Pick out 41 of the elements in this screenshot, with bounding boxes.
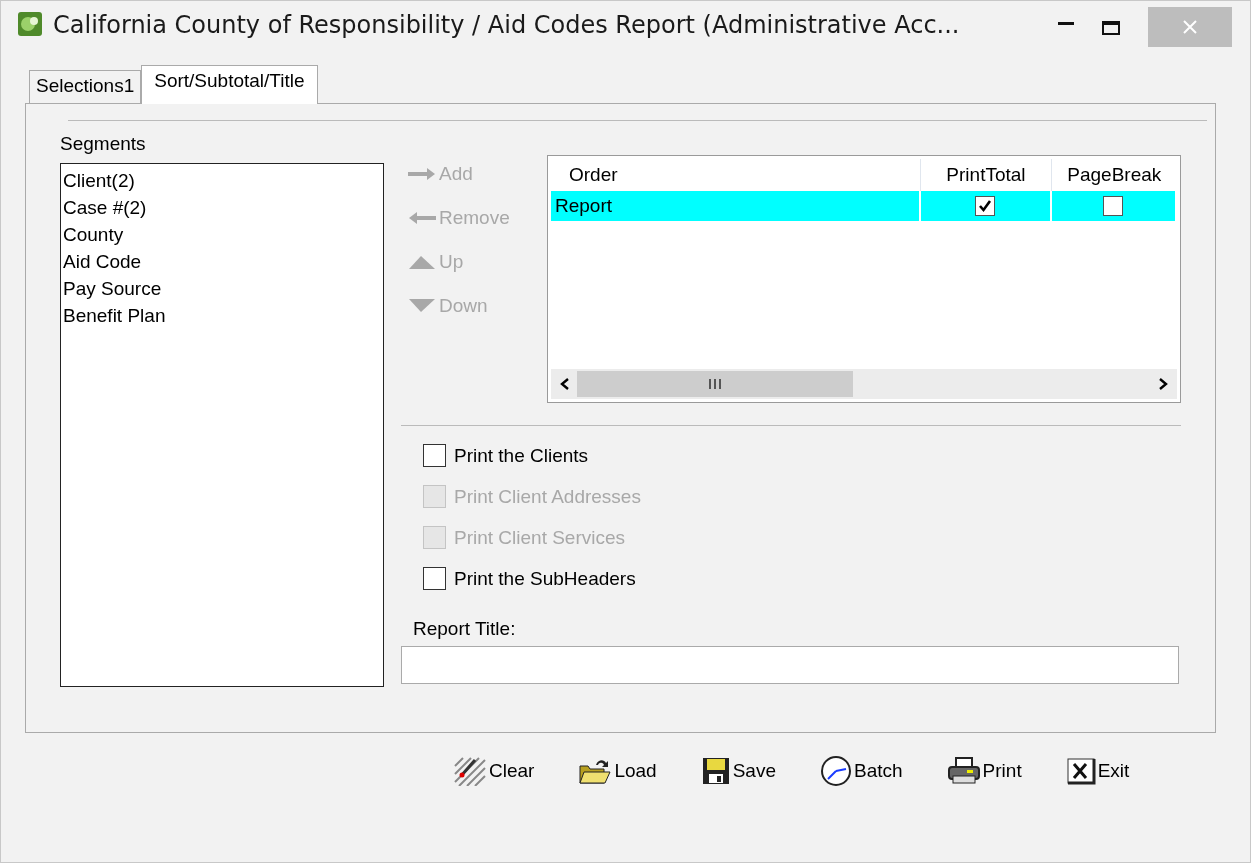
toolbar-button[interactable]: Batch — [820, 753, 903, 789]
eraser-icon — [453, 756, 487, 786]
right-arrow-icon — [407, 166, 437, 182]
close-icon — [1183, 20, 1197, 34]
toolbar-button[interactable]: Load — [578, 753, 657, 789]
segment-item[interactable]: Client(2) — [61, 168, 383, 195]
up-triangle-icon — [407, 254, 437, 270]
table-cell: Report — [555, 195, 613, 217]
report-title-label: Report Title: — [413, 618, 517, 640]
toolbar-button[interactable]: Clear — [453, 753, 535, 789]
toolbar-button[interactable]: Save — [700, 753, 776, 789]
checkbox[interactable] — [975, 196, 996, 216]
segment-item[interactable]: Case #(2) — [61, 195, 383, 222]
column-header[interactable]: PageBreak — [1051, 159, 1177, 191]
segment-item[interactable]: Pay Source — [61, 276, 383, 303]
checkbox[interactable] — [1103, 196, 1124, 216]
horizontal-scrollbar[interactable] — [551, 369, 1177, 399]
app-icon — [17, 11, 43, 37]
toolbar-button[interactable]: Print — [946, 753, 1022, 789]
tab[interactable]: Selections1 — [29, 70, 142, 103]
tab[interactable]: Sort/Subtotal/Title — [141, 65, 318, 104]
window-title: California County of Responsibility / Aid Codes Report (Administrative Acc... — [53, 11, 960, 39]
scrollbar-thumb[interactable] — [577, 371, 853, 397]
scroll-left-icon[interactable] — [559, 377, 571, 391]
close-box-icon — [1065, 757, 1096, 785]
scroll-right-icon[interactable] — [1157, 377, 1169, 391]
option-checkbox[interactable]: Print the Clients — [423, 442, 589, 469]
toolbar-button[interactable]: Exit — [1065, 753, 1130, 789]
report-title-field[interactable] — [401, 646, 1179, 684]
segment-item[interactable]: County — [61, 222, 383, 249]
left-arrow-icon — [407, 210, 437, 226]
grid-row[interactable]: Report — [551, 191, 1177, 221]
minimize-icon[interactable] — [1058, 21, 1074, 27]
printer-icon — [946, 756, 981, 786]
segment-item[interactable]: Aid Code — [61, 249, 383, 276]
option-checkbox[interactable]: Print the SubHeaders — [423, 565, 636, 592]
clock-icon — [820, 755, 852, 787]
segment-item[interactable]: Benefit Plan — [61, 303, 383, 330]
down-triangle-icon — [407, 298, 437, 314]
segments-label: Segments — [60, 133, 147, 155]
maximize-icon[interactable] — [1102, 21, 1120, 35]
